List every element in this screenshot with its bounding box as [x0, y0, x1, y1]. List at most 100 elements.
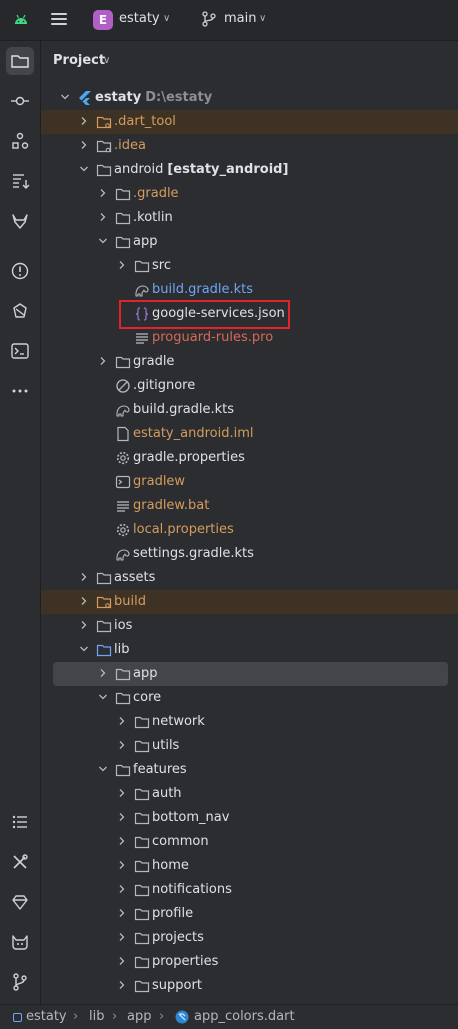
tree-row[interactable]: ios: [41, 614, 458, 638]
tree-row[interactable]: build.gradle.kts: [41, 278, 458, 302]
tree-row[interactable]: .dart_tool: [41, 110, 458, 134]
breadcrumb-item[interactable]: estaty: [26, 1009, 67, 1024]
branch-switcher[interactable]: main: [224, 11, 256, 26]
tree-row[interactable]: .gitignore: [41, 374, 458, 398]
chevron-down-icon[interactable]: [97, 763, 109, 775]
tree-item-label: android [estaty_android]: [114, 162, 288, 178]
tree-item-label: build.gradle.kts: [152, 282, 253, 298]
chevron-down-icon[interactable]: ∨: [163, 13, 170, 24]
breadcrumb-item[interactable]: app_colors.dart: [194, 1009, 295, 1024]
tree-row[interactable]: build: [41, 590, 458, 614]
breadcrumb-item[interactable]: lib: [89, 1009, 104, 1024]
chevron-right-icon[interactable]: [97, 187, 109, 199]
tree-row[interactable]: .gradle: [41, 182, 458, 206]
chevron-down-icon[interactable]: [78, 163, 90, 175]
chevron-right-icon[interactable]: [116, 739, 128, 751]
tree-row[interactable]: core: [41, 686, 458, 710]
gem-icon[interactable]: [6, 888, 34, 916]
tree-row[interactable]: src: [41, 254, 458, 278]
chevron-down-icon[interactable]: ∨: [103, 55, 110, 66]
chevron-right-icon[interactable]: [116, 931, 128, 943]
tree-row[interactable]: common: [41, 830, 458, 854]
tree-row[interactable]: gradle: [41, 350, 458, 374]
chevron-down-icon[interactable]: [97, 235, 109, 247]
chevron-right-icon[interactable]: [78, 571, 90, 583]
tree-row[interactable]: lib: [41, 638, 458, 662]
commit-icon[interactable]: [6, 87, 34, 115]
tree-row[interactable]: android [estaty_android]: [41, 158, 458, 182]
git-branch-icon[interactable]: [202, 11, 216, 27]
tree-row[interactable]: build.gradle.kts: [41, 398, 458, 422]
gitlab-icon[interactable]: [6, 207, 34, 235]
tree-item-label: gradle: [133, 354, 174, 370]
chevron-right-icon[interactable]: [97, 355, 109, 367]
chevron-down-icon[interactable]: [97, 691, 109, 703]
tree-row[interactable]: support: [41, 974, 458, 998]
tree-row[interactable]: app: [41, 230, 458, 254]
pull-requests-icon[interactable]: [6, 167, 34, 195]
tree-item-label: estaty D:\estaty: [95, 90, 212, 106]
chevron-right-icon[interactable]: [116, 859, 128, 871]
tree-row[interactable]: settings.gradle.kts: [41, 542, 458, 566]
chevron-down-icon[interactable]: ∨: [259, 13, 266, 24]
tree-row[interactable]: projects: [41, 926, 458, 950]
services-icon[interactable]: [6, 297, 34, 325]
chevron-right-icon[interactable]: [116, 883, 128, 895]
chevron-right-icon[interactable]: [116, 979, 128, 991]
tree-row[interactable]: bottom_nav: [41, 806, 458, 830]
chevron-right-icon[interactable]: [116, 835, 128, 847]
chevron-right-icon[interactable]: [116, 787, 128, 799]
chevron-right-icon[interactable]: [97, 211, 109, 223]
tree-row[interactable]: properties: [41, 950, 458, 974]
project-panel-header: Project ∨: [41, 41, 458, 81]
chevron-down-icon[interactable]: [78, 643, 90, 655]
tree-row[interactable]: local.properties: [41, 518, 458, 542]
tree-item-name: gradle: [133, 354, 175, 369]
tree-row[interactable]: home: [41, 854, 458, 878]
tree-row[interactable]: notifications: [41, 878, 458, 902]
chevron-right-icon[interactable]: [78, 139, 90, 151]
chevron-right-icon[interactable]: [116, 259, 128, 271]
chevron-right-icon[interactable]: [116, 715, 128, 727]
main-menu-button[interactable]: [48, 10, 70, 30]
cat-icon[interactable]: [6, 928, 34, 956]
panel-title[interactable]: Project: [53, 53, 105, 68]
tree-row[interactable]: estaty_android.iml: [41, 422, 458, 446]
android-studio-icon[interactable]: [13, 13, 29, 25]
git-icon[interactable]: [6, 968, 34, 996]
tree-row[interactable]: profile: [41, 902, 458, 926]
chevron-right-icon[interactable]: [97, 667, 109, 679]
project-tree[interactable]: estaty D:\estaty .dart_tool .idea android [es…: [41, 86, 458, 1004]
chevron-right-icon[interactable]: [116, 811, 128, 823]
tree-row[interactable]: gradlew.bat: [41, 494, 458, 518]
structure-icon[interactable]: [6, 127, 34, 155]
more-tools-icon[interactable]: [6, 377, 34, 405]
project-badge[interactable]: E: [93, 10, 113, 30]
breadcrumb-item[interactable]: app: [127, 1009, 151, 1024]
chevron-right-icon[interactable]: [78, 115, 90, 127]
problems-icon[interactable]: [6, 257, 34, 285]
tree-item-label: app: [133, 234, 157, 250]
chevron-right-icon[interactable]: [116, 955, 128, 967]
chevron-down-icon[interactable]: [59, 91, 71, 103]
tree-row[interactable]: estaty D:\estaty: [41, 86, 458, 110]
tree-row[interactable]: auth: [41, 782, 458, 806]
tree-row[interactable]: gradlew: [41, 470, 458, 494]
tree-row[interactable]: features: [41, 758, 458, 782]
project-switcher[interactable]: estaty: [119, 11, 160, 26]
tree-row[interactable]: assets: [41, 566, 458, 590]
project-tool-folder-icon[interactable]: [6, 47, 34, 75]
tree-row[interactable]: utils: [41, 734, 458, 758]
build-tools-icon[interactable]: [6, 848, 34, 876]
chevron-right-icon[interactable]: [78, 619, 90, 631]
tree-row[interactable]: gradle.properties: [41, 446, 458, 470]
tree-row[interactable]: .idea: [41, 134, 458, 158]
tree-row[interactable]: .kotlin: [41, 206, 458, 230]
tree-row[interactable]: network: [41, 710, 458, 734]
terminal-icon[interactable]: [6, 337, 34, 365]
chevron-right-icon[interactable]: [78, 595, 90, 607]
chevron-right-icon[interactable]: [116, 907, 128, 919]
tree-row[interactable]: proguard-rules.pro: [41, 326, 458, 350]
tree-row[interactable]: app: [53, 662, 448, 686]
todo-list-icon[interactable]: [6, 808, 34, 836]
